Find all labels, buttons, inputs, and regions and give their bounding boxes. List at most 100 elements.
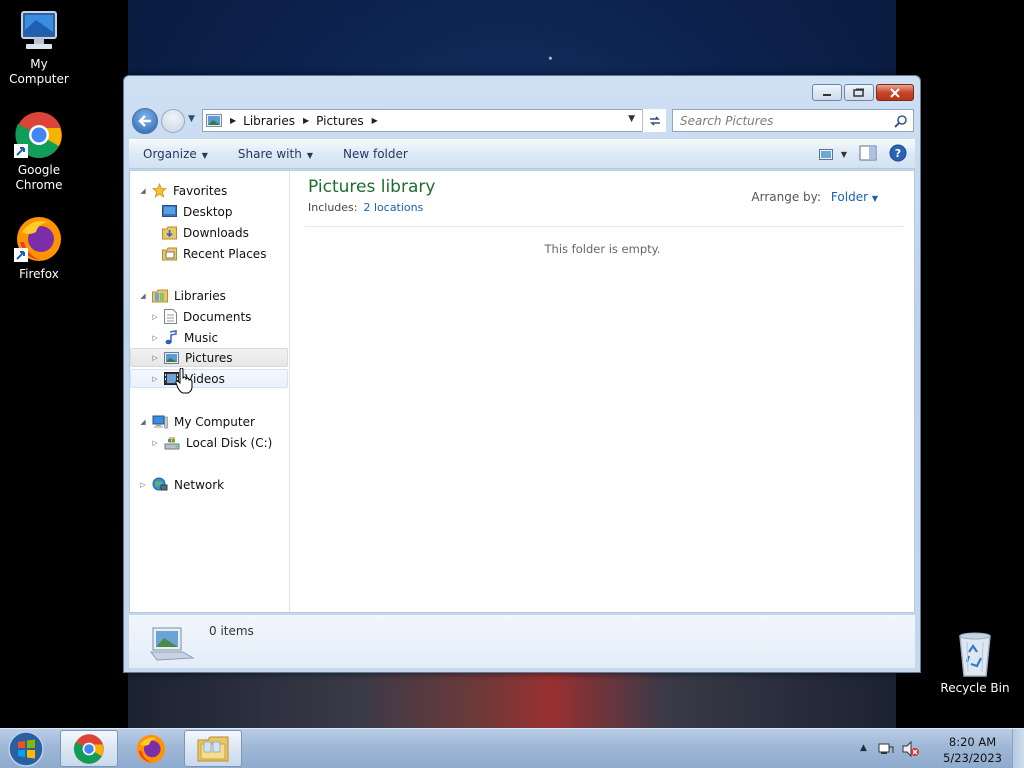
action-center-icon[interactable] — [878, 741, 894, 757]
tree-item-desktop[interactable]: Desktop — [162, 202, 233, 221]
show-hidden-icons-button[interactable]: ▲ — [860, 743, 867, 753]
library-includes: Includes: 2 locations — [308, 201, 424, 214]
expand-arrow-icon[interactable]: ▷ — [150, 334, 160, 342]
back-arrow-icon — [138, 115, 151, 127]
chevron-down-icon: ▼ — [840, 150, 847, 159]
collapse-arrow-icon[interactable]: ◢ — [138, 292, 148, 300]
file-list-pane[interactable]: Pictures library Includes: 2 locations Ar… — [291, 171, 914, 612]
folder-icon — [197, 736, 229, 761]
downloads-folder-icon — [162, 226, 177, 239]
maximize-button[interactable] — [844, 84, 874, 101]
tree-item-music[interactable]: ▷ Music — [150, 328, 218, 347]
expand-arrow-icon[interactable]: ▷ — [150, 354, 160, 362]
organize-button[interactable]: Organize ▼ — [143, 147, 208, 161]
taskbar-chrome-button[interactable] — [60, 730, 118, 767]
taskbar-explorer-button[interactable] — [184, 730, 242, 767]
tree-item-pictures[interactable]: ▷ Pictures — [130, 348, 288, 367]
computer-icon — [21, 11, 57, 49]
tree-item-documents[interactable]: ▷ Documents — [150, 307, 251, 326]
collapse-arrow-icon[interactable]: ◢ — [138, 418, 148, 426]
volume-muted-icon[interactable] — [902, 741, 920, 757]
restore-icon — [853, 88, 864, 97]
content-panes: ◢ Favorites Desktop Downloads Recent Pla… — [129, 170, 915, 613]
minimize-icon — [823, 93, 831, 96]
desktop-icon-my-computer[interactable]: My Computer — [0, 10, 78, 87]
address-bar[interactable]: ▶ Libraries ▶ Pictures ▶ ▼ — [202, 109, 666, 132]
tree-item-downloads[interactable]: Downloads — [162, 223, 249, 242]
clock-date: 5/23/2023 — [943, 751, 1002, 765]
tree-item-recent-places[interactable]: Recent Places — [162, 244, 266, 263]
back-button[interactable] — [132, 108, 158, 134]
window-controls — [812, 84, 914, 101]
expand-arrow-icon[interactable]: ▷ — [150, 313, 160, 321]
forward-button[interactable] — [161, 109, 185, 133]
clock-time: 8:20 AM — [948, 735, 997, 749]
search-box[interactable] — [672, 109, 914, 132]
taskbar-firefox-button[interactable] — [122, 730, 180, 767]
empty-folder-message: This folder is empty. — [544, 242, 661, 256]
divider — [305, 226, 904, 227]
system-tray: ▲ 8:20 AM 5/23/2023 — [856, 729, 1024, 768]
tree-item-libraries[interactable]: ◢ Libraries — [138, 286, 226, 305]
close-button[interactable] — [876, 84, 914, 101]
library-title: Pictures library — [308, 177, 436, 197]
item-count: 0 items — [209, 624, 254, 638]
change-view-button[interactable]: ▼ — [818, 149, 847, 160]
address-history-dropdown[interactable]: ▼ — [628, 114, 635, 124]
desktop-icon — [162, 205, 177, 217]
desktop-icon-label: Firefox — [19, 267, 59, 281]
preview-pane-icon — [859, 145, 877, 161]
clock[interactable]: 8:20 AM 5/23/2023 — [943, 734, 1002, 766]
desktop-icon-recycle-bin[interactable]: Recycle Bin — [936, 630, 1014, 696]
tree-item-videos[interactable]: ▷ Videos — [130, 369, 288, 388]
help-button[interactable]: ? — [889, 144, 907, 165]
recycle-bin-icon — [959, 632, 991, 677]
minimize-button[interactable] — [812, 84, 842, 101]
arrange-by-dropdown[interactable]: Folder ▼ — [831, 190, 878, 204]
firefox-icon — [136, 734, 166, 763]
pictures-library-icon — [150, 627, 195, 661]
svg-text:?: ? — [895, 147, 901, 160]
search-input[interactable] — [680, 113, 880, 128]
refresh-button[interactable] — [642, 109, 666, 132]
libraries-icon — [152, 289, 168, 302]
refresh-icon — [649, 115, 660, 126]
desktop-icon-label: My Computer — [9, 57, 69, 86]
chevron-down-icon: ▼ — [306, 151, 313, 160]
chevron-down-icon: ▼ — [201, 151, 208, 160]
recent-pages-dropdown[interactable]: ▼ — [188, 114, 195, 124]
recent-places-icon — [162, 247, 177, 260]
hand-cursor-icon — [175, 368, 193, 394]
locations-link[interactable]: 2 locations — [363, 201, 423, 214]
breadcrumb-arrow-icon[interactable]: ▶ — [230, 116, 236, 125]
breadcrumb-libraries[interactable]: Libraries — [243, 114, 295, 128]
expand-arrow-icon[interactable]: ▷ — [150, 439, 160, 447]
preview-pane-button[interactable] — [859, 145, 877, 164]
collapse-arrow-icon[interactable]: ◢ — [138, 187, 148, 195]
hard-drive-icon — [164, 436, 180, 449]
show-desktop-button[interactable] — [1012, 729, 1024, 768]
expand-arrow-icon[interactable]: ▷ — [150, 375, 160, 383]
share-with-button[interactable]: Share with ▼ — [238, 147, 313, 161]
chrome-icon — [14, 112, 62, 158]
music-icon — [165, 330, 177, 345]
navigation-pane: ◢ Favorites Desktop Downloads Recent Pla… — [130, 171, 290, 612]
view-icon — [818, 149, 833, 160]
breadcrumb-pictures[interactable]: Pictures — [316, 114, 364, 128]
desktop-icon-label: Recycle Bin — [940, 681, 1010, 695]
desktop-icon-firefox[interactable]: Firefox — [0, 214, 78, 282]
tree-item-favorites[interactable]: ◢ Favorites — [138, 181, 227, 200]
navigation-row: ▼ ▶ Libraries ▶ Pictures ▶ ▼ — [132, 108, 914, 134]
tree-item-my-computer[interactable]: ◢ My Computer — [138, 412, 255, 431]
star-icon — [152, 183, 167, 198]
new-folder-button[interactable]: New folder — [343, 147, 408, 161]
tree-item-local-disk[interactable]: ▷ Local Disk (C:) — [150, 433, 272, 452]
search-icon[interactable] — [894, 114, 908, 128]
start-button[interactable] — [6, 730, 46, 768]
windows-start-icon — [8, 731, 44, 767]
tree-item-network[interactable]: ▷ Network — [138, 475, 224, 494]
breadcrumb-arrow-icon[interactable]: ▶ — [303, 116, 309, 125]
expand-arrow-icon[interactable]: ▷ — [138, 481, 148, 489]
breadcrumb-arrow-icon[interactable]: ▶ — [372, 116, 378, 125]
desktop-icon-google-chrome[interactable]: Google Chrome — [0, 110, 78, 193]
